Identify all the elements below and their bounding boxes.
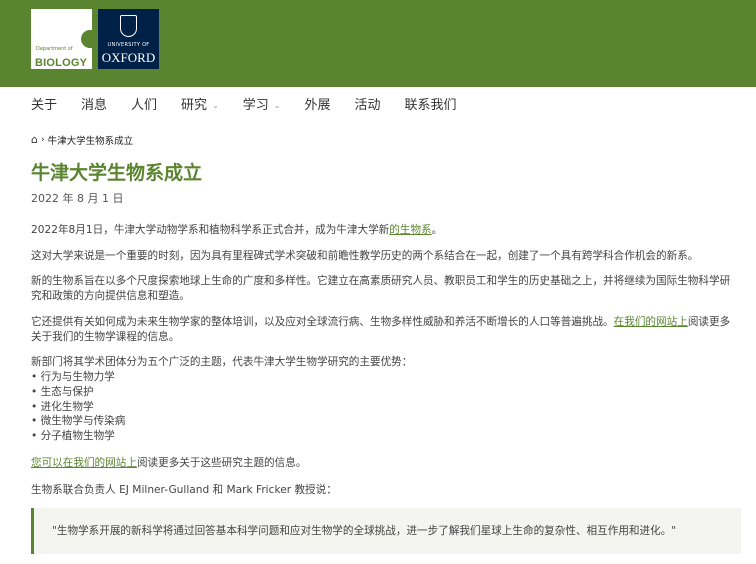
nav-label: 联系我们: [404, 98, 457, 113]
nav-label: 人们: [131, 98, 158, 113]
home-icon[interactable]: ⌂: [31, 134, 38, 146]
paragraph-text: 阅读更多: [687, 316, 731, 328]
nav-item-study[interactable]: 学习 ⌄: [243, 97, 281, 115]
nav-item-about[interactable]: 关于: [31, 97, 57, 115]
quote-text: "生物学系开展的新科学将通过回答基本科学问题和应对生物学的全球挑战，进一步了解我…: [52, 525, 677, 537]
logo-oxford-text: OXFORD: [101, 50, 156, 65]
paragraph-heads-quote-intro: 生物系联合负责人 EJ Milner-Gulland 和 Mark Fricke…: [31, 484, 337, 496]
oxford-university-logo[interactable]: UNIVERSITY OF OXFORD: [98, 9, 159, 69]
nav-label: 外展: [304, 98, 331, 113]
paragraph-research-themes: 您可以在我们的网站上阅读更多关于这些研究主题的信息。: [31, 456, 741, 471]
themes-list: • 行为与生物力学 • 生态与保护 • 进化生物学 • 微生物学与传染病 • 分…: [31, 370, 125, 444]
paragraph-themes-intro: 新部门将其学术团体分为五个广泛的主题，代表牛津大学生物学研究的主要优势：: [31, 356, 413, 368]
paragraph-text: 阅读更多关于这些研究主题的信息。: [136, 457, 307, 469]
paragraph-text: 究和政策的方向提供信息和塑造。: [31, 289, 190, 302]
logo-biology-text: BIOLOGY: [35, 57, 88, 69]
breadcrumb-separator: ›: [40, 135, 45, 145]
paragraph-text: 新的生物系旨在以多个尺度探索地球上生命的广度和多样性。它建立在高素质研究人员、教…: [31, 275, 731, 287]
site-header: Department of BIOLOGY UNIVERSITY OF OXFO…: [0, 0, 756, 87]
logo-notch: [81, 30, 97, 48]
publish-date: 2022 年 8 月 1 日: [31, 192, 124, 205]
list-item: • 微生物学与传染病: [31, 415, 126, 428]
nav-item-people[interactable]: 人们: [131, 97, 157, 115]
list-item: • 分子植物生物学: [31, 430, 115, 443]
breadcrumb: ⌂ › 牛津大学生物系成立: [31, 133, 134, 148]
heads-quote: "生物学系开展的新科学将通过回答基本科学问题和应对生物学的全球挑战，进一步了解我…: [31, 508, 741, 554]
paragraph-training: 它还提供有关如何成为未来生物学家的整体培训，以及应对全球流行病、生物多样性威胁和…: [31, 315, 741, 345]
biology-department-logo[interactable]: Department of BIOLOGY: [31, 9, 97, 69]
nav-label: 研究: [181, 98, 208, 113]
nav-item-research[interactable]: 研究 ⌄: [181, 97, 219, 115]
paragraph-merger: 2022年8月1日，牛津大学动物学系和植物科学系正式合并，成为牛津大学新的生物系…: [31, 223, 741, 238]
list-item: • 行为与生物力学: [31, 371, 115, 383]
page-title: 牛津大学生物系成立: [31, 162, 203, 184]
paragraph-text: 它还提供有关如何成为未来生物学家的整体培训，以及应对全球流行病、生物多样性威胁和…: [31, 316, 614, 328]
research-themes-link[interactable]: 您可以在我们的网站上: [31, 457, 137, 469]
paragraph-text: 2022年8月1日，牛津大学动物学系和植物科学系正式合并，成为牛津大学新: [31, 224, 390, 236]
main-nav: 关于 消息 人们 研究 ⌄ 学习 ⌄ 外展 活动 联系我们: [31, 96, 481, 116]
paragraph-mission: 新的生物系旨在以多个尺度探索地球上生命的广度和多样性。它建立在高素质研究人员、教…: [31, 274, 741, 304]
nav-label: 关于: [31, 98, 58, 113]
list-item: • 生态与保护: [31, 385, 94, 398]
paragraph-text: 关于我们的生物学课程的信息。: [31, 330, 180, 343]
nav-label: 活动: [354, 98, 381, 113]
nav-item-news[interactable]: 消息: [81, 97, 107, 115]
list-item: • 进化生物学: [31, 400, 94, 413]
biology-department-link[interactable]: 的生物系: [389, 224, 431, 236]
breadcrumb-current: 牛津大学生物系成立: [47, 136, 134, 147]
nav-label: 学习: [242, 98, 269, 113]
oxford-crest-icon: [120, 15, 137, 37]
paragraph-text: 。: [431, 224, 443, 236]
nav-item-outreach[interactable]: 外展: [304, 97, 330, 115]
nav-item-events[interactable]: 活动: [355, 97, 381, 115]
paragraph-moment: 这对大学来说是一个重要的时刻，因为具有里程碑式学术突破和前瞻性教学历史的两个系结…: [31, 250, 699, 262]
chevron-down-icon: ⌄: [212, 101, 219, 110]
nav-label: 消息: [81, 98, 108, 113]
logo-dept-text: Department of: [36, 46, 73, 52]
courses-website-link[interactable]: 在我们的网站上: [614, 316, 688, 328]
logo-university-of-text: UNIVERSITY OF: [107, 42, 150, 48]
nav-item-contact[interactable]: 联系我们: [405, 97, 457, 115]
chevron-down-icon: ⌄: [273, 101, 281, 110]
